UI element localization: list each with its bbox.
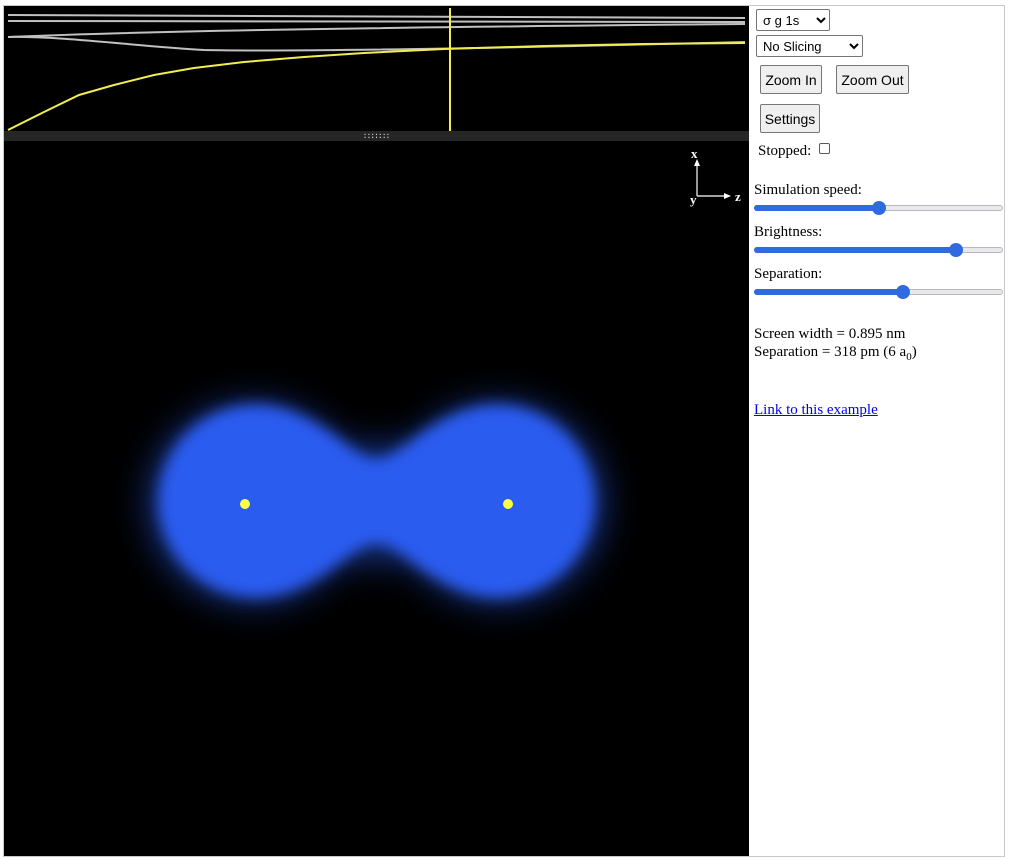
panel-splitter[interactable]: ::::::: bbox=[4, 131, 749, 141]
nucleus-left bbox=[240, 499, 250, 509]
settings-button[interactable]: Settings bbox=[760, 104, 820, 133]
control-panel: σ g 1s No Slicing Zoom In Zoom Out Setti… bbox=[754, 6, 1004, 856]
example-link[interactable]: Link to this example bbox=[754, 402, 878, 419]
speed-label: Simulation speed: bbox=[754, 182, 862, 198]
orbital-view[interactable]: x y z bbox=[4, 141, 749, 856]
electron-cloud bbox=[149, 403, 604, 603]
stopped-checkbox[interactable] bbox=[819, 143, 830, 154]
speed-slider[interactable] bbox=[754, 201, 1003, 215]
state-select[interactable]: σ g 1s bbox=[756, 9, 830, 31]
graph-gray-line-3 bbox=[7, 23, 746, 38]
brightness-label: Brightness: bbox=[754, 224, 823, 240]
separation-slider[interactable] bbox=[754, 285, 1003, 299]
speed-slider-thumb[interactable] bbox=[872, 201, 886, 215]
zoom-out-button[interactable]: Zoom Out bbox=[836, 65, 909, 94]
separation-text: Separation = 318 pm (6 a0) bbox=[754, 344, 917, 363]
splitter-grip-icon[interactable]: ::::::: bbox=[361, 132, 391, 140]
zoom-in-button[interactable]: Zoom In bbox=[760, 65, 822, 94]
stopped-label: Stopped: bbox=[758, 143, 812, 159]
energy-graph[interactable] bbox=[4, 6, 749, 131]
screen-width-text: Screen width = 0.895 nm bbox=[754, 326, 906, 342]
axis-x-label: x bbox=[691, 146, 698, 161]
brightness-slider-thumb[interactable] bbox=[949, 243, 963, 257]
separation-slider-thumb[interactable] bbox=[896, 285, 910, 299]
slicing-select[interactable]: No Slicing bbox=[756, 35, 863, 57]
graph-gray-line-1 bbox=[7, 14, 746, 19]
left-pane: ::::::: x y z bbox=[4, 6, 749, 856]
axis-indicator: x y z bbox=[690, 146, 741, 207]
axis-y-label: y bbox=[690, 192, 697, 207]
graph-gray-line-2 bbox=[7, 20, 746, 23]
brightness-slider[interactable] bbox=[754, 243, 1003, 257]
separation-label: Separation: bbox=[754, 266, 823, 282]
nucleus-right bbox=[503, 499, 513, 509]
graph-yellow-line bbox=[7, 42, 746, 131]
axis-z-label: z bbox=[735, 189, 741, 204]
